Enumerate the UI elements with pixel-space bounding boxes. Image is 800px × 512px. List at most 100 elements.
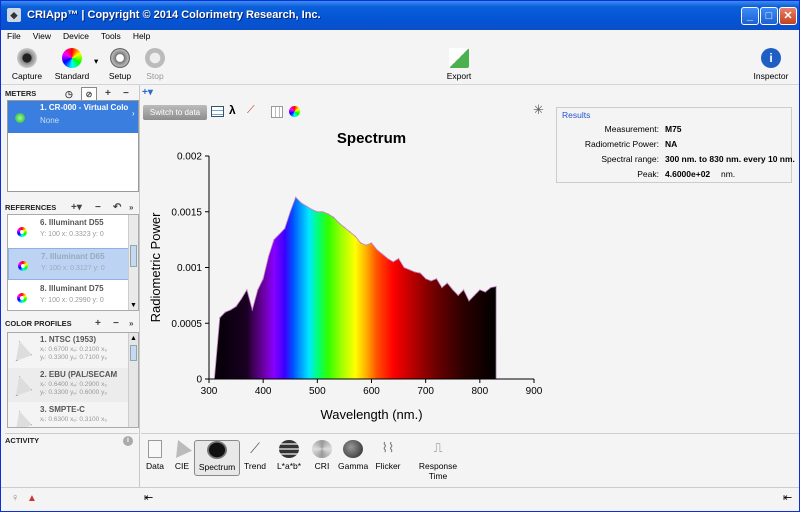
trend-icon: ⟋: [250, 440, 260, 456]
color-wheel-icon: [62, 48, 82, 68]
inspector-button[interactable]: i Inspector: [751, 48, 791, 81]
crosshair-icon[interactable]: ✳: [533, 102, 544, 118]
x-tick-label: 700: [417, 386, 434, 397]
result-row: Measurement: M75: [604, 124, 682, 134]
gamut-triangle-icon: [15, 411, 32, 427]
collapse-right-icon[interactable]: ⇤: [783, 491, 792, 504]
info-icon[interactable]: i: [123, 436, 133, 446]
x-tick-label: 400: [255, 386, 272, 397]
capture-button[interactable]: Capture: [9, 48, 45, 81]
y-tick-label: 0.0005: [171, 319, 202, 330]
lambda-icon[interactable]: λ: [229, 103, 236, 117]
data-point: [246, 289, 248, 291]
tab-trend[interactable]: ⟋ Trend: [243, 440, 267, 476]
setup-button[interactable]: Setup: [105, 48, 135, 81]
list-item[interactable]: 3. SMPTE-C xᵣ: 0.6300 xₔ: 0.3100 x₉: [8, 403, 130, 427]
undo-icon[interactable]: ↶: [113, 201, 121, 215]
menu-view[interactable]: View: [27, 30, 57, 41]
tab-lab[interactable]: L*a*b*: [274, 440, 304, 476]
scroll-up-icon[interactable]: ▲: [130, 335, 137, 342]
standard-dropdown-arrow[interactable]: ▾: [94, 56, 98, 67]
data-point: [403, 266, 405, 269]
list-item[interactable]: 7. Illuminant D65 Y: 100 x: 0.3127 y: 0: [8, 248, 129, 280]
menu-bar: File View Device Tools Help: [1, 30, 799, 44]
tab-cie[interactable]: CIE: [171, 440, 193, 476]
profile-scrollbar[interactable]: ▲: [128, 333, 138, 427]
scroll-thumb[interactable]: [130, 245, 137, 267]
data-point: [457, 294, 459, 296]
export-icon: [449, 48, 469, 68]
expand-icon[interactable]: »: [129, 317, 133, 331]
list-item[interactable]: 8. Illuminant D75 Y: 100 x: 0.2990 y: 0: [8, 281, 130, 310]
table-icon[interactable]: [211, 106, 224, 117]
data-point: [392, 261, 394, 263]
y-tick-label: 0: [196, 375, 202, 386]
list-item[interactable]: 6. Illuminant D55 Y: 100 x: 0.3323 y: 0: [8, 215, 130, 247]
switch-to-data-button[interactable]: Switch to data: [143, 105, 207, 120]
capture-icon: [17, 48, 37, 68]
tab-spectrum[interactable]: Spectrum: [194, 440, 240, 476]
add-meter-button[interactable]: +: [105, 87, 111, 101]
y-tick-label: 0.002: [177, 152, 202, 163]
meter-item[interactable]: 1. CR-000 - Virtual Colo None ›: [8, 101, 138, 133]
close-button[interactable]: ✕: [779, 7, 797, 25]
data-point: [441, 287, 443, 289]
add-reference-button[interactable]: +▾: [71, 201, 82, 215]
scroll-down-icon[interactable]: ▼: [130, 302, 137, 309]
reference-scrollbar[interactable]: ▼: [128, 215, 138, 310]
color-icon[interactable]: [289, 106, 300, 117]
menu-file[interactable]: File: [1, 30, 27, 41]
data-point: [230, 309, 232, 311]
data-point: [257, 289, 259, 291]
export-button[interactable]: Export: [441, 48, 477, 81]
chart-title: Spectrum: [337, 130, 406, 147]
data-point: [224, 311, 226, 313]
view-tabs: Data CIE Spectrum ⟋ Trend L*a*b* CRI Gamm…: [141, 433, 799, 481]
stop-button[interactable]: Stop: [141, 48, 169, 81]
add-profile-button[interactable]: +: [95, 317, 101, 331]
standard-button[interactable]: Standard: [51, 48, 93, 81]
scroll-thumb[interactable]: [130, 345, 137, 361]
maximize-button[interactable]: □: [760, 7, 778, 25]
minimize-button[interactable]: _: [741, 7, 759, 25]
remove-meter-button[interactable]: −: [123, 87, 129, 101]
menu-tools[interactable]: Tools: [95, 30, 127, 41]
line-chart-icon[interactable]: ⟋: [247, 104, 255, 117]
results-panel: Results Measurement: M75 Radiometric Powe…: [556, 107, 795, 183]
expand-icon[interactable]: »: [129, 201, 133, 215]
add-graph-button[interactable]: +▾: [142, 87, 153, 98]
tab-cri[interactable]: CRI: [312, 440, 332, 476]
spectrum-chart: Spectrum Wavelength (nm.) Radiometric Po…: [142, 121, 552, 428]
remove-reference-button[interactable]: −: [95, 201, 101, 215]
response-time-icon: ⎍: [433, 440, 443, 455]
data-point: [435, 278, 438, 280]
data-point: [322, 211, 324, 213]
gamut-triangle-icon: [15, 341, 32, 361]
tab-flicker[interactable]: ⌇⌇ Flicker: [375, 440, 401, 476]
collapse-left-icon[interactable]: ⇤: [144, 491, 153, 504]
data-point: [398, 258, 400, 260]
color-ring-icon: [17, 293, 27, 303]
data-point: [262, 278, 264, 280]
data-point: [289, 211, 291, 213]
data-point: [273, 239, 275, 241]
tab-gamma[interactable]: Gamma: [338, 440, 368, 476]
color-ring-icon: [18, 261, 28, 271]
list-item[interactable]: 2. EBU (PAL/SECAM xᵣ: 0.6400 xₔ: 0.2900 …: [8, 368, 130, 402]
list-item[interactable]: 1. NTSC (1953) xᵣ: 0.6700 xₔ: 0.2100 x₉ y…: [8, 333, 130, 367]
data-point: [490, 287, 492, 289]
lightbulb-icon[interactable]: ♀: [11, 492, 19, 504]
tab-data[interactable]: Data: [144, 440, 166, 476]
gamut-icon[interactable]: ▲: [27, 493, 37, 504]
menu-device[interactable]: Device: [57, 30, 95, 41]
stop-icon: [145, 48, 165, 68]
grid-icon[interactable]: [271, 106, 283, 118]
cri-icon: [312, 440, 332, 458]
tab-response-time[interactable]: ⎍ Response Time: [409, 440, 467, 481]
title-bar[interactable]: ◆ CRIApp™ | Copyright © 2014 Colorimetry…: [1, 1, 799, 30]
remove-profile-button[interactable]: −: [113, 317, 119, 331]
clock-icon[interactable]: ◷: [65, 87, 73, 101]
graph-toolbar: Switch to data λ ⟋ ✳: [141, 102, 553, 121]
menu-help[interactable]: Help: [127, 30, 156, 41]
cie-icon: [176, 440, 192, 458]
